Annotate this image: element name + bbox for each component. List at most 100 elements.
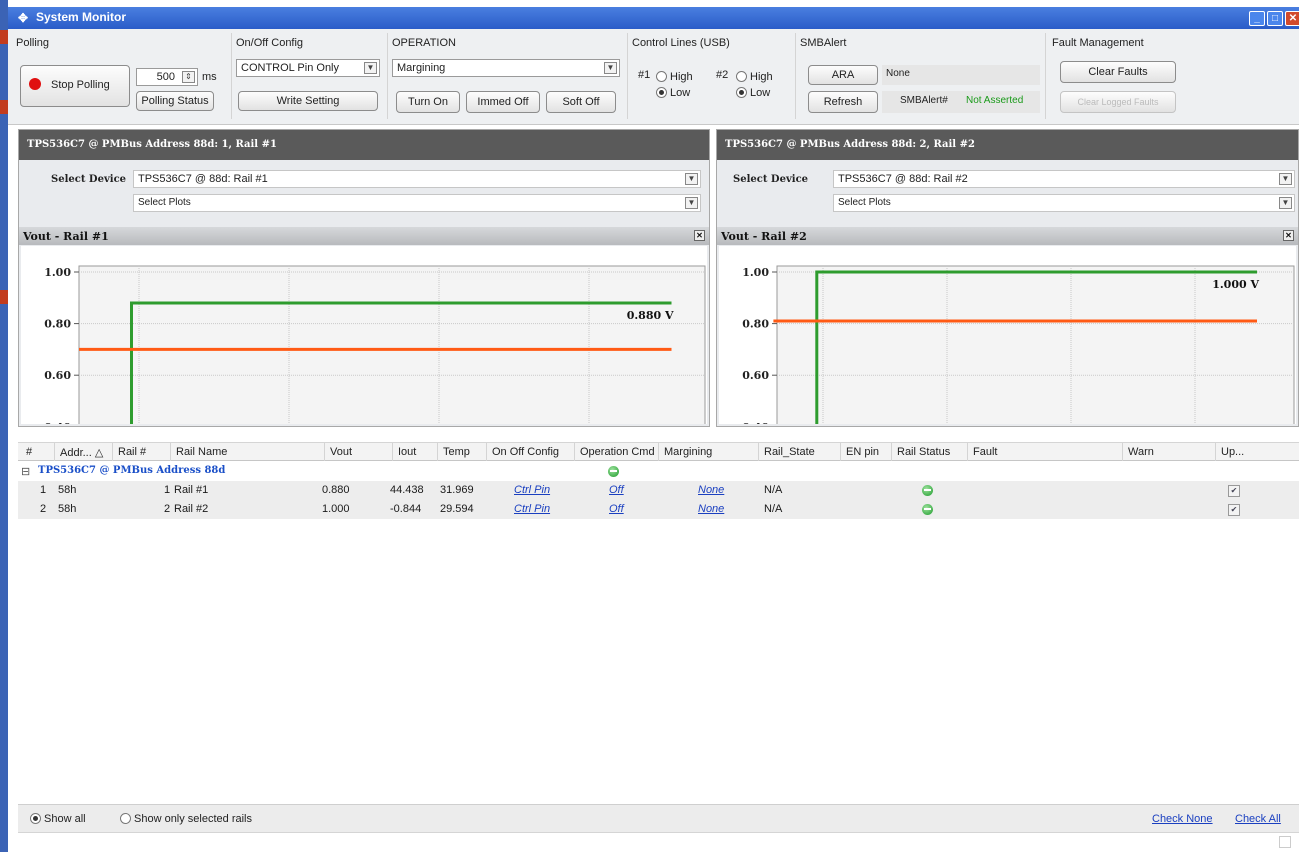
column-header[interactable]: Iout	[398, 446, 416, 458]
stop-polling-button[interactable]: Stop Polling	[20, 65, 130, 107]
rail2-plots-select[interactable]: Select Plots ▼	[833, 194, 1295, 212]
radio-icon	[120, 813, 131, 824]
margining-link[interactable]: None	[698, 484, 724, 496]
chevron-down-icon[interactable]: ▼	[685, 173, 698, 185]
device-group-row[interactable]: ⊟ TPS536C7 @ PMBus Address 88d	[18, 462, 1299, 481]
column-divider[interactable]	[840, 443, 841, 461]
column-divider[interactable]	[437, 443, 438, 461]
line2-low-radio[interactable]: Low	[736, 87, 770, 99]
minimize-button[interactable]: _	[1249, 11, 1265, 26]
column-header[interactable]: Warn	[1128, 446, 1154, 458]
addr-cell: 58h	[58, 503, 77, 515]
group-status-ok-icon	[608, 466, 619, 480]
column-divider[interactable]	[574, 443, 575, 461]
update-checkbox[interactable]: ✔	[1228, 484, 1240, 497]
rail2-device-select[interactable]: TPS536C7 @ 88d: Rail #2 ▼	[833, 170, 1295, 188]
check-all-link[interactable]: Check All	[1235, 813, 1281, 825]
column-header[interactable]: Operation Cmd	[580, 446, 655, 458]
column-header[interactable]: Addr... △	[60, 446, 103, 459]
stop-polling-label: Stop Polling	[51, 79, 110, 91]
column-header[interactable]: Rail Status	[897, 446, 950, 458]
write-setting-button[interactable]: Write Setting	[238, 91, 378, 111]
clear-logged-faults-button[interactable]: Clear Logged Faults	[1060, 91, 1176, 113]
column-header[interactable]: On Off Config	[492, 446, 559, 458]
onoff-config-link[interactable]: Ctrl Pin	[514, 503, 550, 515]
rail1-device-select[interactable]: TPS536C7 @ 88d: Rail #1 ▼	[133, 170, 701, 188]
table-row[interactable]: 1 58h 1 Rail #1 0.880 44.438 31.969 Ctrl Pin Off…	[18, 481, 1299, 500]
y-tick-label: 0.40	[742, 421, 769, 424]
close-button[interactable]: ✕	[1285, 11, 1299, 26]
column-divider[interactable]	[1215, 443, 1216, 461]
show-all-label: Show all	[44, 813, 86, 825]
rail1-plots-value: Select Plots	[138, 197, 191, 208]
column-header[interactable]: Rail #	[118, 446, 146, 458]
table-row[interactable]: 2 58h 2 Rail #2 1.000 -0.844 29.594 Ctrl Pin Off…	[18, 500, 1299, 519]
column-divider[interactable]	[486, 443, 487, 461]
onoff-config-select[interactable]: CONTROL Pin Only ▼	[236, 59, 380, 77]
y-tick-label: 1.00	[44, 266, 71, 279]
y-tick-label: 0.80	[44, 318, 71, 331]
column-header[interactable]: Vout	[330, 446, 352, 458]
column-divider[interactable]	[324, 443, 325, 461]
poll-interval-spinner[interactable]: 500 ⇕	[136, 68, 198, 86]
turn-on-button[interactable]: Turn On	[396, 91, 460, 113]
iout-cell: 44.438	[390, 484, 424, 496]
column-divider[interactable]	[758, 443, 759, 461]
line2-high-radio[interactable]: High	[736, 71, 773, 83]
line1-high-radio[interactable]: High	[656, 71, 693, 83]
rail2-plots-value: Select Plots	[838, 197, 891, 208]
soft-off-button[interactable]: Soft Off	[546, 91, 616, 113]
column-header[interactable]: Margining	[664, 446, 712, 458]
line2-label: #2	[716, 69, 729, 81]
immed-off-button[interactable]: Immed Off	[466, 91, 540, 113]
column-divider[interactable]	[1122, 443, 1123, 461]
collapse-icon[interactable]: ⊟	[21, 465, 30, 478]
spinner-arrows-icon[interactable]: ⇕	[182, 71, 195, 83]
chevron-down-icon[interactable]: ▼	[685, 197, 698, 209]
poll-interval-unit: ms	[202, 71, 217, 83]
operation-select[interactable]: Margining ▼	[392, 59, 620, 77]
column-divider[interactable]	[658, 443, 659, 461]
chevron-down-icon[interactable]: ▼	[604, 62, 617, 74]
column-divider[interactable]	[170, 443, 171, 461]
control-lines-group: Control Lines (USB) #1 High Low #2 High …	[628, 33, 796, 119]
plot-area	[78, 265, 706, 531]
column-divider[interactable]	[967, 443, 968, 461]
margining-link[interactable]: None	[698, 503, 724, 515]
line1-low-radio[interactable]: Low	[656, 87, 690, 99]
column-header[interactable]: Up...	[1221, 446, 1244, 458]
clear-faults-button[interactable]: Clear Faults	[1060, 61, 1176, 83]
onoff-config-link[interactable]: Ctrl Pin	[514, 484, 550, 496]
rail2-chart-title: Vout - Rail #2	[721, 230, 807, 243]
polling-status-button[interactable]: Polling Status	[136, 91, 214, 111]
column-header[interactable]: Rail_State	[764, 446, 815, 458]
column-divider[interactable]	[392, 443, 393, 461]
show-all-radio[interactable]: Show all	[30, 813, 86, 825]
ara-button[interactable]: ARA	[808, 65, 878, 85]
column-divider[interactable]	[112, 443, 113, 461]
window-title: System Monitor	[36, 10, 127, 24]
column-header[interactable]: Temp	[443, 446, 470, 458]
chevron-down-icon[interactable]: ▼	[1279, 173, 1292, 185]
column-header[interactable]: Fault	[973, 446, 997, 458]
update-checkbox[interactable]: ✔	[1228, 503, 1240, 516]
maximize-button[interactable]: □	[1267, 11, 1283, 26]
resize-grip-icon[interactable]	[1279, 836, 1291, 848]
check-none-link[interactable]: Check None	[1152, 813, 1213, 825]
operation-cmd-link[interactable]: Off	[609, 503, 624, 515]
fault-title: Fault Management	[1052, 37, 1144, 49]
close-icon[interactable]: ✕	[694, 230, 705, 241]
addr-cell: 58h	[58, 484, 77, 496]
column-header[interactable]: #	[26, 446, 32, 458]
chevron-down-icon[interactable]: ▼	[364, 62, 377, 74]
operation-cmd-link[interactable]: Off	[609, 484, 624, 496]
column-header[interactable]: EN pin	[846, 446, 879, 458]
column-header[interactable]: Rail Name	[176, 446, 227, 458]
rail1-plots-select[interactable]: Select Plots ▼	[133, 194, 701, 212]
refresh-button[interactable]: Refresh	[808, 91, 878, 113]
chevron-down-icon[interactable]: ▼	[1279, 197, 1292, 209]
show-selected-radio[interactable]: Show only selected rails	[120, 813, 252, 825]
column-divider[interactable]	[54, 443, 55, 461]
column-divider[interactable]	[891, 443, 892, 461]
close-icon[interactable]: ✕	[1283, 230, 1294, 241]
